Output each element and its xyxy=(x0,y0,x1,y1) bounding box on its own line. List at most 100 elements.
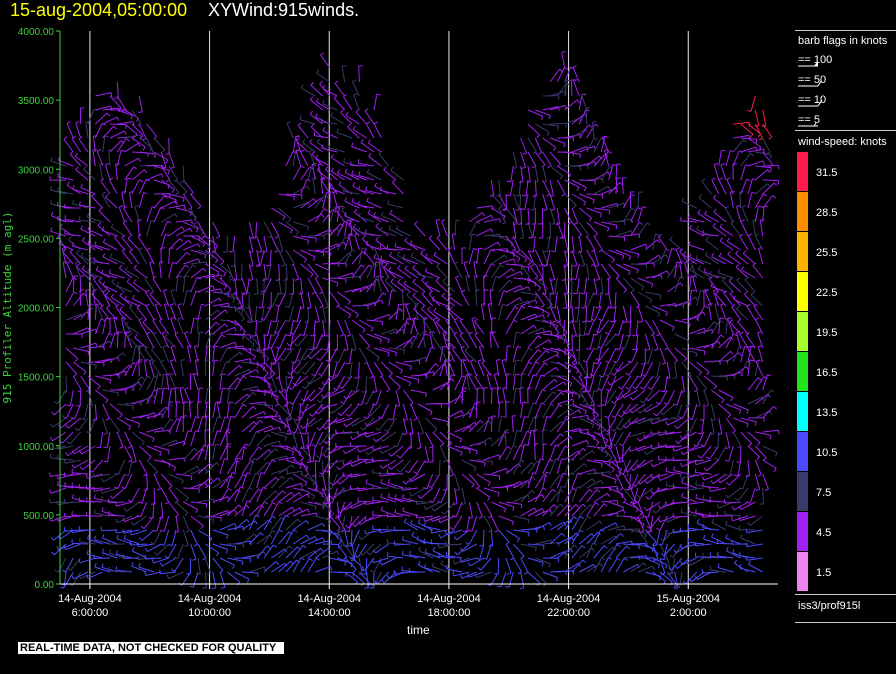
wind-barb-flag xyxy=(711,533,714,538)
wind-barb-flag xyxy=(275,346,280,350)
wind-barb-flag xyxy=(49,453,52,458)
wind-barb-flag xyxy=(467,573,470,578)
wind-barb-flag xyxy=(309,558,314,562)
wind-barb xyxy=(674,262,678,279)
wind-barb xyxy=(113,318,118,335)
wind-barb-flag xyxy=(601,404,606,407)
wind-barb-flag xyxy=(159,452,162,457)
wind-barb-flag xyxy=(505,585,510,588)
wind-barb-flag xyxy=(481,212,486,217)
wind-barb-flag xyxy=(522,401,527,404)
wind-barb xyxy=(107,445,111,462)
wind-barb-flag xyxy=(404,265,408,270)
wind-barb-flag xyxy=(103,460,108,463)
wind-barb-flag xyxy=(433,317,438,320)
wind-barb xyxy=(410,256,426,265)
wind-barb-flag xyxy=(216,235,221,239)
wind-barb-flag xyxy=(449,474,454,477)
wind-barb-flag xyxy=(460,452,463,457)
wind-barb-flag xyxy=(95,266,99,271)
wind-barb-flag xyxy=(301,385,306,390)
wind-barb xyxy=(504,429,507,447)
wind-barb xyxy=(392,403,397,420)
wind-barb-flag xyxy=(449,526,454,530)
wind-barb-flag xyxy=(571,278,576,281)
wind-barb xyxy=(549,263,556,280)
wind-barb xyxy=(64,459,81,464)
wind-barb xyxy=(696,361,710,373)
wind-barb xyxy=(149,294,162,307)
wind-barb-flag xyxy=(571,393,574,398)
wind-barb xyxy=(161,459,176,468)
wind-barb xyxy=(190,430,196,447)
wind-barb xyxy=(300,473,315,483)
wind-barb-flag xyxy=(230,415,235,418)
wind-barb xyxy=(145,305,155,321)
wind-barb-flag xyxy=(283,388,288,392)
wind-barb-flag xyxy=(353,208,358,213)
wind-barb-flag xyxy=(550,292,555,295)
wind-barb xyxy=(124,331,127,349)
wind-barb xyxy=(285,482,302,489)
wind-barb-flag xyxy=(144,547,148,552)
wind-barb xyxy=(644,239,658,251)
wind-barb-flag xyxy=(315,321,320,323)
wind-barb xyxy=(630,243,646,251)
wind-barb-flag xyxy=(441,219,446,222)
wind-barb-flag xyxy=(296,431,301,435)
wind-barb xyxy=(357,458,375,461)
wind-barb xyxy=(387,203,404,209)
wind-barb-flag xyxy=(117,392,119,397)
wind-barb-flag xyxy=(189,585,194,588)
wind-barb xyxy=(162,346,170,363)
wind-barb xyxy=(314,277,324,293)
wind-barb-flag xyxy=(291,361,296,364)
wind-barb xyxy=(505,345,508,363)
wind-barb xyxy=(589,333,595,350)
wind-barb xyxy=(378,153,390,167)
wind-barb-flag xyxy=(50,199,53,204)
wind-barb-flag xyxy=(271,373,276,377)
wind-barb-flag xyxy=(607,186,611,191)
wind-barb-flag xyxy=(507,572,512,575)
wind-barb xyxy=(498,529,510,543)
wind-barb-flag xyxy=(94,563,97,568)
wind-barb xyxy=(122,208,133,223)
wind-barb-flag xyxy=(671,248,676,251)
wind-barb-flag xyxy=(300,149,305,153)
wind-barb xyxy=(411,318,419,335)
wind-barb-flag xyxy=(278,529,283,533)
wind-barb xyxy=(527,137,537,152)
wind-barb-flag xyxy=(603,503,608,507)
wind-barb xyxy=(554,235,558,252)
wind-barb xyxy=(520,507,535,517)
wind-barb-flag xyxy=(546,131,550,136)
wind-barb-flag xyxy=(342,461,345,466)
wind-barb-flag xyxy=(528,532,530,537)
wind-barb-flag xyxy=(618,386,622,390)
wind-barb xyxy=(79,389,82,407)
wind-barb-flag xyxy=(420,305,425,310)
wind-barb-flag xyxy=(97,149,102,152)
wind-barb xyxy=(292,136,297,153)
wind-barb-flag xyxy=(445,530,448,535)
wind-barb-flag xyxy=(50,211,54,216)
wind-barb xyxy=(73,347,90,353)
wind-barb xyxy=(256,461,268,475)
wind-barb-flag xyxy=(74,427,79,432)
wind-barb-flag xyxy=(680,451,684,455)
wind-barb-flag xyxy=(713,385,717,390)
wind-barb xyxy=(542,504,555,517)
wind-barb-flag xyxy=(125,138,130,142)
wind-barb xyxy=(146,445,162,453)
wind-barb xyxy=(234,358,251,363)
wind-barb-flag xyxy=(502,303,507,306)
wind-barb-flag xyxy=(624,557,628,561)
wind-barb-flag xyxy=(548,522,552,527)
wind-barb xyxy=(375,389,382,406)
wind-barb-flag xyxy=(167,220,172,224)
wind-barb-flag xyxy=(437,543,440,549)
wind-barb-flag xyxy=(468,449,471,454)
wind-barb xyxy=(330,115,345,125)
wind-barb xyxy=(263,440,280,447)
